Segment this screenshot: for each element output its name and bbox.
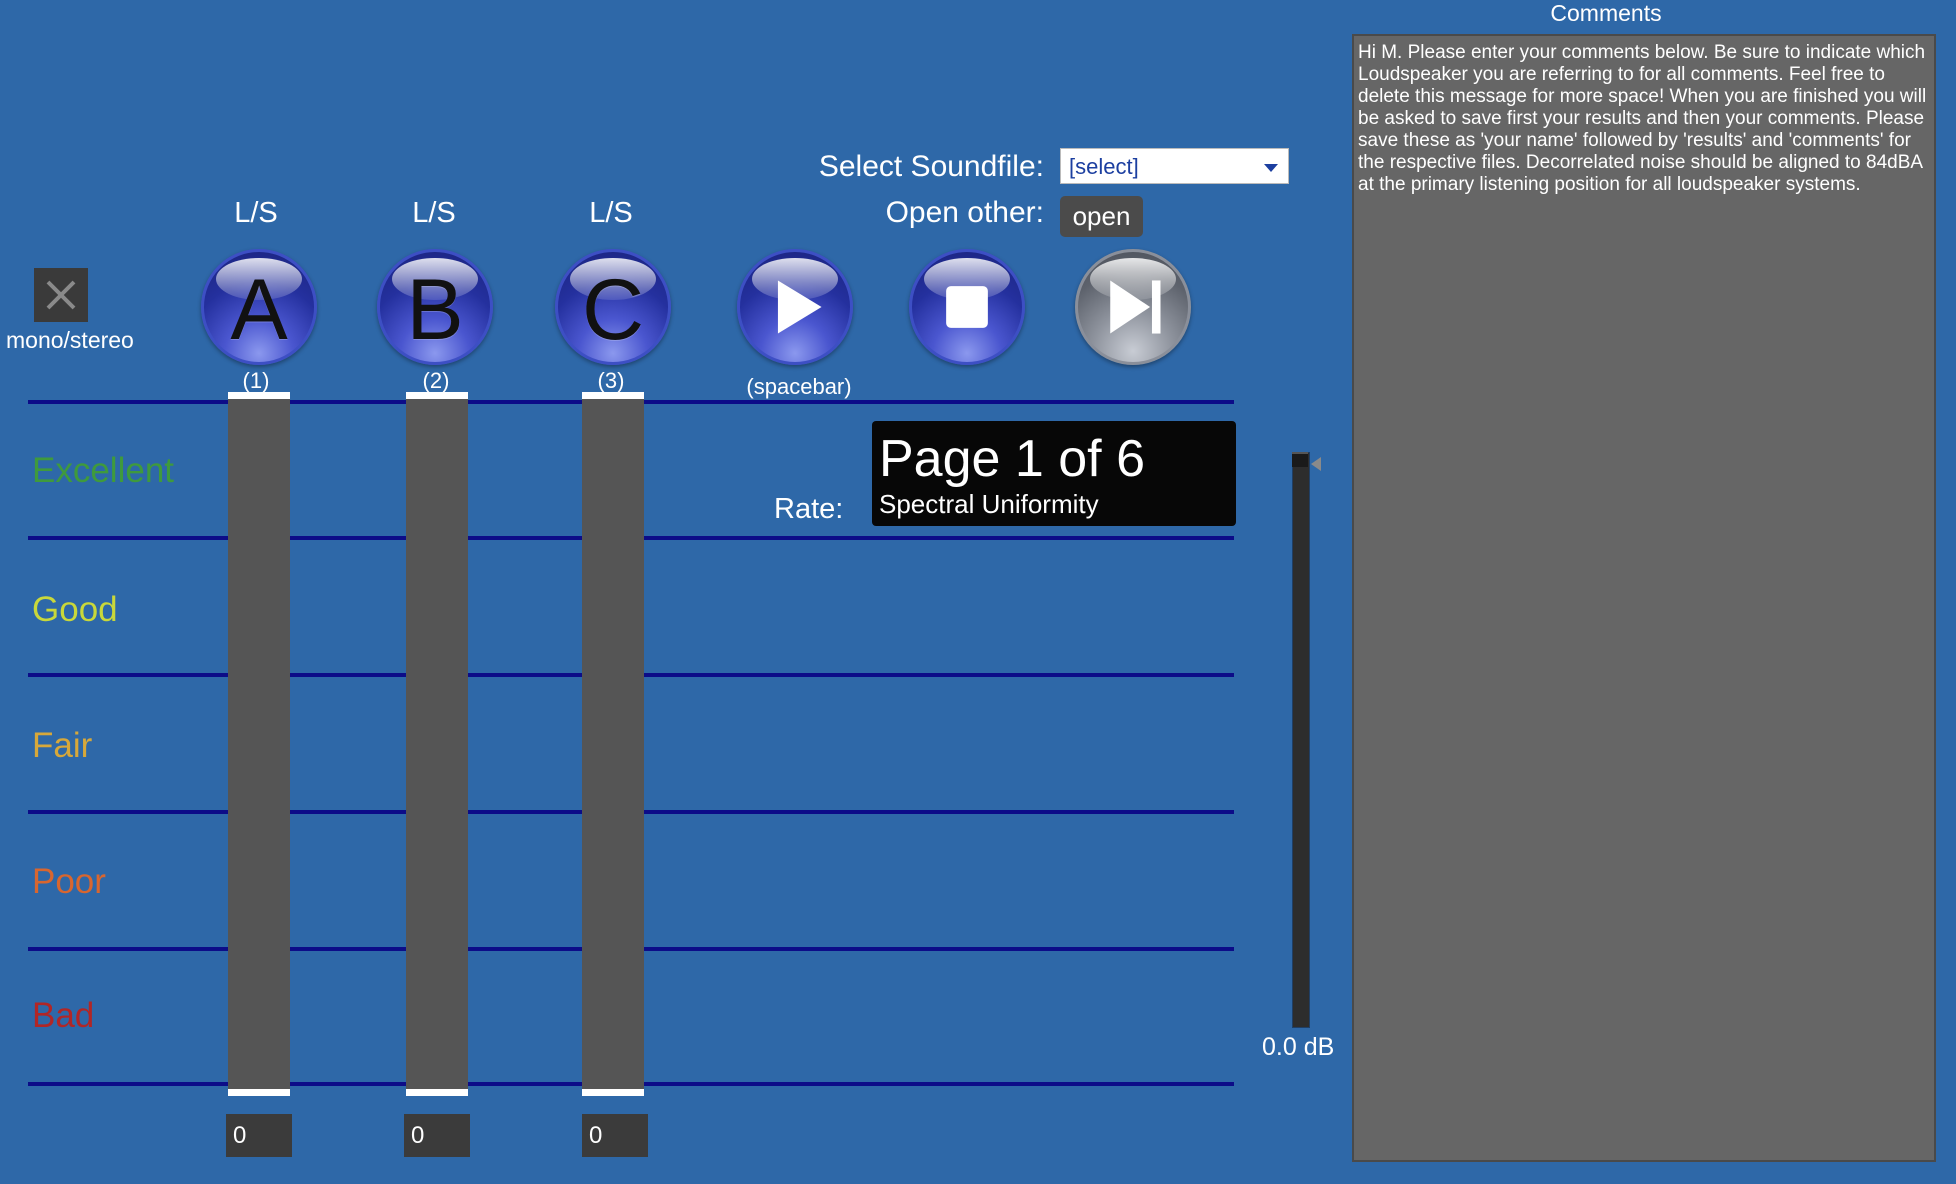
slider-top-cap bbox=[406, 392, 468, 399]
comments-textarea[interactable]: Hi M. Please enter your comments below. … bbox=[1352, 34, 1936, 1162]
rating-slider-c[interactable] bbox=[582, 398, 644, 1093]
ls-label-b: L/S bbox=[412, 197, 456, 229]
shortcut-label-c: (3) bbox=[597, 368, 625, 393]
chevron-down-icon bbox=[1264, 164, 1278, 172]
soundfile-select[interactable]: [select] bbox=[1060, 148, 1289, 184]
mono-stereo-label: mono/stereo bbox=[6, 327, 134, 353]
volume-slider-handle[interactable] bbox=[1292, 452, 1308, 467]
loudspeaker-b-button[interactable]: B bbox=[377, 249, 493, 365]
ls-label-a: L/S bbox=[234, 197, 278, 229]
rating-value-a[interactable]: 0 bbox=[226, 1114, 292, 1157]
scale-label-excellent: Excellent bbox=[32, 451, 175, 490]
stop-button[interactable] bbox=[909, 249, 1025, 365]
play-button[interactable] bbox=[737, 249, 853, 365]
page-indicator: Page 1 of 6 bbox=[879, 430, 1145, 488]
rate-label: Rate: bbox=[774, 493, 844, 525]
stop-icon bbox=[946, 286, 988, 328]
comments-title: Comments bbox=[1550, 0, 1662, 26]
loudspeaker-c-button[interactable]: C bbox=[555, 249, 671, 365]
slider-handle-c[interactable] bbox=[582, 1089, 644, 1096]
volume-slider[interactable] bbox=[1292, 452, 1310, 1028]
page-info-panel: Page 1 of 6 Spectral Uniformity bbox=[872, 421, 1236, 526]
slider-handle-b[interactable] bbox=[406, 1089, 468, 1096]
slider-handle-a[interactable] bbox=[228, 1089, 290, 1096]
volume-pointer-icon bbox=[1311, 457, 1321, 471]
shortcut-label-a: (1) bbox=[242, 368, 270, 393]
loudspeaker-b-letter: B bbox=[406, 261, 464, 358]
play-icon bbox=[777, 280, 822, 334]
rating-slider-a[interactable] bbox=[228, 398, 290, 1093]
scale-label-poor: Poor bbox=[32, 862, 106, 901]
select-soundfile-label: Select Soundfile: bbox=[818, 150, 1044, 183]
shortcut-label-b: (2) bbox=[422, 368, 450, 393]
next-button[interactable] bbox=[1075, 249, 1191, 365]
shortcut-label-play: (spacebar) bbox=[746, 374, 852, 399]
loudspeaker-c-letter: C bbox=[581, 261, 645, 358]
volume-readout: 0.0 dB bbox=[1262, 1033, 1335, 1061]
rating-attribute: Spectral Uniformity bbox=[879, 489, 1099, 519]
rating-slider-b[interactable] bbox=[406, 398, 468, 1093]
loudspeaker-a-button[interactable]: A bbox=[201, 249, 317, 365]
x-icon bbox=[46, 280, 76, 310]
loudspeaker-a-letter: A bbox=[230, 261, 288, 358]
soundfile-select-value: [select] bbox=[1069, 154, 1139, 179]
rating-value-c[interactable]: 0 bbox=[582, 1114, 648, 1157]
ls-label-c: L/S bbox=[589, 197, 633, 229]
open-other-label: Open other: bbox=[885, 196, 1044, 229]
slider-top-cap bbox=[228, 392, 290, 399]
skip-next-icon bbox=[1110, 280, 1161, 334]
scale-label-bad: Bad bbox=[32, 996, 95, 1035]
scale-label-fair: Fair bbox=[32, 726, 93, 765]
open-button[interactable]: open bbox=[1060, 196, 1143, 237]
mono-stereo-toggle[interactable] bbox=[34, 268, 88, 322]
rating-value-b[interactable]: 0 bbox=[404, 1114, 470, 1157]
slider-top-cap bbox=[582, 392, 644, 399]
scale-label-good: Good bbox=[32, 590, 118, 629]
